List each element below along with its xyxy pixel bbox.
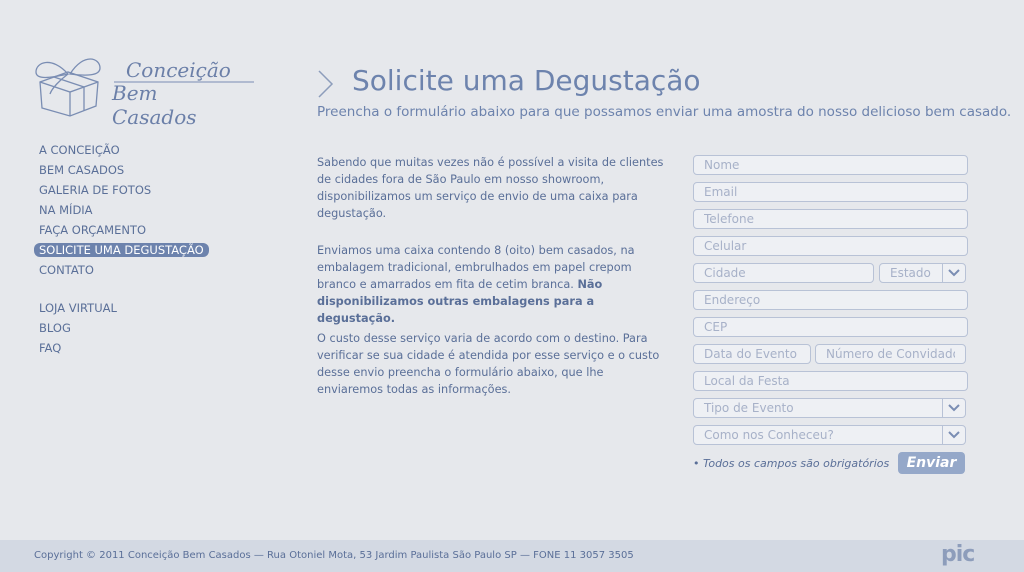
nav-item-blog[interactable]: BLOG — [34, 318, 76, 338]
estado-select-label: Estado — [890, 266, 931, 280]
footer-copyright: Copyright © 2011 Conceição Bem Casados —… — [34, 550, 634, 561]
nav-item-na-midia[interactable]: NA MÍDIA — [34, 200, 98, 220]
nome-input[interactable] — [693, 155, 968, 175]
nav-item-contato[interactable]: CONTATO — [34, 260, 99, 280]
cep-input[interactable] — [693, 317, 968, 337]
page-title: Solicite uma Degustação — [352, 64, 701, 97]
nav-item-a-conceicao[interactable]: A CONCEIÇÃO — [34, 140, 125, 160]
pic-brand-logo[interactable]: pic — [941, 542, 975, 567]
email-input[interactable] — [693, 182, 968, 202]
local-festa-input[interactable] — [693, 371, 968, 391]
telefone-input[interactable] — [693, 209, 968, 229]
package-paragraph: Enviamos uma caixa contendo 8 (oito) bem… — [317, 242, 667, 327]
required-fields-note: • Todos os campos são obrigatórios — [693, 457, 890, 470]
data-evento-input[interactable] — [693, 344, 811, 364]
main-navigation: A CONCEIÇÃO BEM CASADOS GALERIA DE FOTOS… — [34, 140, 209, 358]
logo-line-1: Conceição — [126, 58, 231, 82]
logo[interactable]: Conceição Bem Casados — [32, 50, 254, 129]
gift-box-icon — [35, 58, 101, 117]
chevron-down-icon — [942, 426, 965, 444]
intro-paragraph: Sabendo que muitas vezes não é possível … — [317, 156, 664, 220]
logo-underline — [114, 81, 254, 83]
nav-item-solicite-degustacao[interactable]: SOLICITE UMA DEGUSTAÇÃO — [34, 243, 209, 257]
cost-paragraph: O custo desse serviço varia de acordo co… — [317, 332, 660, 396]
nav-item-loja-virtual[interactable]: LOJA VIRTUAL — [34, 298, 122, 318]
como-conheceu-select-label: Como nos Conheceu? — [704, 428, 834, 442]
nav-item-faca-orcamento[interactable]: FAÇA ORÇAMENTO — [34, 220, 151, 240]
tipo-evento-select-label: Tipo de Evento — [704, 401, 794, 415]
celular-input[interactable] — [693, 236, 968, 256]
estado-select[interactable]: Estado — [879, 263, 966, 283]
nav-item-bem-casados[interactable]: BEM CASADOS — [34, 160, 129, 180]
cidade-input[interactable] — [693, 263, 874, 283]
como-conheceu-select[interactable]: Como nos Conheceu? — [693, 425, 966, 445]
page-subtitle: Preencha o formulário abaixo para que po… — [317, 104, 1012, 120]
enviar-button[interactable]: Enviar — [898, 452, 965, 474]
chevron-down-icon — [942, 264, 965, 282]
chevron-right-icon — [318, 70, 334, 98]
footer: Copyright © 2011 Conceição Bem Casados —… — [0, 540, 1024, 572]
nav-item-galeria-de-fotos[interactable]: GALERIA DE FOTOS — [34, 180, 156, 200]
tipo-evento-select[interactable]: Tipo de Evento — [693, 398, 966, 418]
chevron-down-icon — [942, 399, 965, 417]
numero-convidados-input[interactable] — [815, 344, 966, 364]
logo-line-2: Bem Casados — [112, 81, 197, 129]
endereco-input[interactable] — [693, 290, 968, 310]
nav-item-faq[interactable]: FAQ — [34, 338, 66, 358]
